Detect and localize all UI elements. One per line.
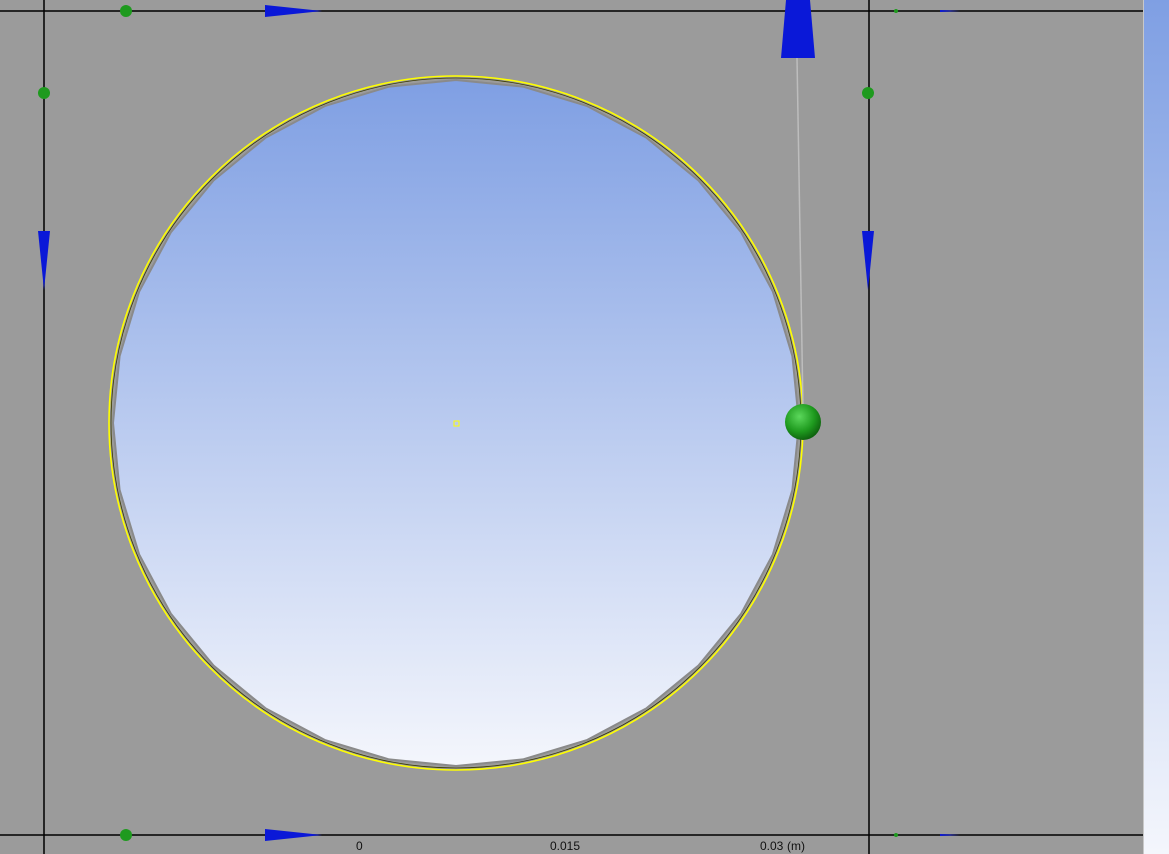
point-left-top[interactable] <box>38 87 50 99</box>
scale-tick-1: 0.015 <box>550 839 581 853</box>
arrow-radius[interactable] <box>781 0 815 58</box>
circle-sketch-icon[interactable] <box>108 75 804 771</box>
scale-tick-0: 0 <box>356 839 363 853</box>
point-top-left[interactable] <box>120 5 132 17</box>
sketch-viewport[interactable]: 0 0.015 0.03 (m) <box>0 0 1169 854</box>
point-bottom-left[interactable] <box>120 829 132 841</box>
point-top-right-small[interactable] <box>894 9 898 13</box>
radius-point-icon[interactable] <box>785 404 821 440</box>
scale-tick-2: 0.03 <box>760 839 784 853</box>
point-bottom-right-small[interactable] <box>894 833 898 837</box>
scale-unit: (m) <box>787 839 805 853</box>
sketch-canvas[interactable] <box>0 0 1143 854</box>
side-panel <box>1143 0 1169 854</box>
point-right-top[interactable] <box>862 87 874 99</box>
circle-face[interactable] <box>111 78 801 768</box>
